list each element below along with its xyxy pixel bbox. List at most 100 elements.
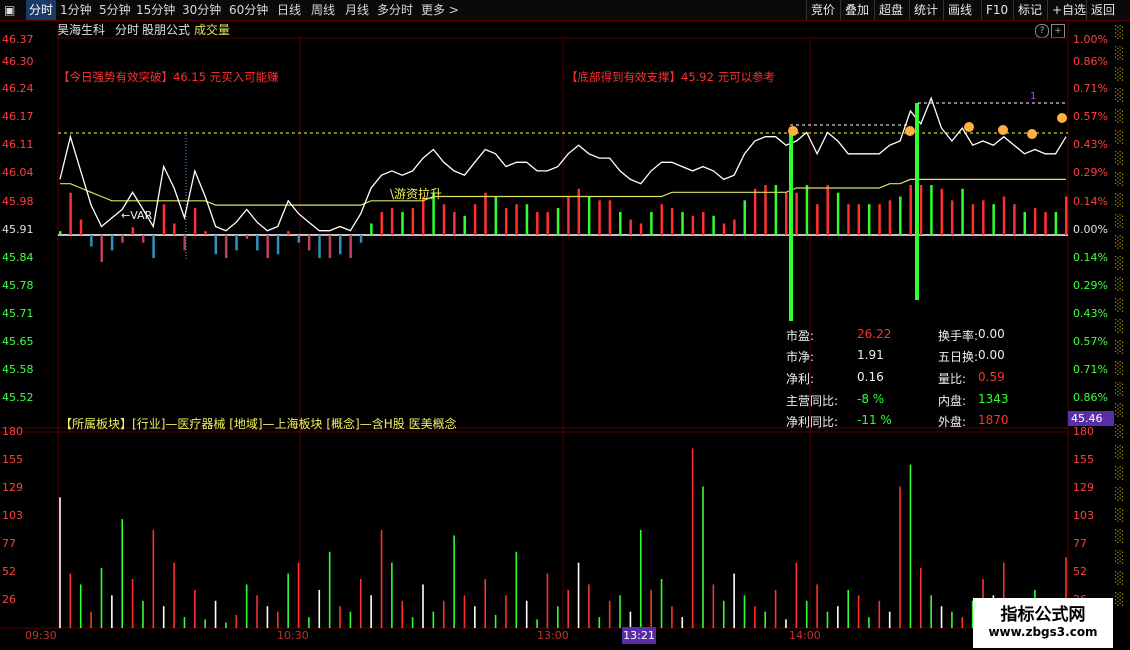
watermark-url: www.zbgs3.com: [988, 625, 1098, 639]
signal-bar-22: [287, 231, 290, 235]
volume-bar-59: [671, 606, 673, 628]
volume-bar-3: [90, 611, 92, 628]
volume-bar-37: [442, 600, 445, 628]
volume-bar-7: [131, 579, 134, 628]
stat-right-value-2: 0.59: [978, 370, 1005, 384]
stat-right-label-3: 内盘:: [938, 394, 967, 408]
stat-value-4: -11 %: [857, 413, 892, 427]
signal-bar-61: [691, 215, 695, 235]
signal-bar-45: [525, 204, 529, 235]
price-tick-left-4: 46.11: [2, 138, 34, 151]
stat-right-label-2: 量比:: [938, 372, 967, 386]
volume-bar-70: [785, 619, 787, 628]
volume-bar-38: [453, 535, 455, 628]
signal-bar-1: [69, 192, 72, 235]
signal-bar-26: [328, 235, 332, 259]
volume-bar-4: [100, 568, 103, 628]
signal-bar-87: [961, 188, 964, 235]
stat-right-label-0: 换手率:: [938, 329, 979, 343]
marker-one: 1: [1030, 91, 1037, 102]
volume-bar-26: [328, 551, 331, 628]
volume-bar-63: [712, 584, 715, 628]
volume-tick-right-1: 155: [1073, 453, 1094, 466]
signal-bar-55: [629, 219, 632, 235]
signal-bar-19: [256, 235, 259, 251]
pct-tick-right-0: 1.00%: [1073, 33, 1108, 46]
pct-tick-right-9: 0.29%: [1073, 279, 1108, 292]
volume-bar-82: [909, 464, 912, 628]
signal-bar-44: [515, 204, 518, 235]
volume-tick-right-0: 180: [1073, 425, 1094, 438]
stat-label-4: 净利同比:: [786, 415, 839, 429]
cursor-time-tag: 13:21: [622, 627, 656, 644]
volume-bar-21: [276, 611, 279, 628]
price-tick-left-2: 46.24: [2, 82, 34, 95]
stat-label-2: 净利:: [786, 372, 815, 386]
price-tick-left-13: 45.52: [2, 391, 34, 404]
price-tick-left-10: 45.71: [2, 307, 34, 320]
signal-bar-42: [494, 196, 498, 235]
pct-tick-right-13: 0.86%: [1073, 391, 1108, 404]
signal-bar-31: [380, 211, 384, 235]
support-signal: 【底部得到有效支撑】45.92 元可以参考: [566, 70, 776, 84]
signal-bar-56: [639, 223, 643, 235]
signal-bar-34: [411, 208, 415, 235]
volume-bar-22: [287, 573, 289, 628]
volume-bar-46: [536, 619, 538, 628]
volume-bar-84: [930, 595, 932, 628]
pct-tick-right-6: 0.14%: [1073, 195, 1108, 208]
stat-value-3: -8 %: [857, 392, 885, 406]
volume-bar-67: [754, 606, 756, 628]
signal-bar-7: [131, 227, 135, 235]
signal-bar-43: [504, 208, 508, 235]
stat-label-3: 主营同比:: [786, 394, 839, 408]
signal-bar-0: [59, 231, 62, 235]
signal-bar-9: [152, 235, 155, 259]
price-tick-left-3: 46.17: [2, 110, 34, 123]
volume-bar-60: [681, 617, 684, 628]
breakout-signal: 【今日强势有效突破】46.15 元买入可能赚: [58, 70, 279, 84]
volume-bar-58: [660, 579, 663, 628]
volume-bar-64: [722, 600, 725, 628]
signal-bar-6: [121, 235, 124, 243]
volume-bar-8: [142, 600, 144, 628]
volume-bar-29: [359, 579, 362, 628]
signal-bar-2: [79, 219, 83, 235]
volume-bar-15: [214, 600, 217, 628]
signal-bar-60: [681, 211, 684, 235]
signal-bar-10: [162, 204, 166, 235]
signal-bar-49: [567, 196, 570, 235]
time-label-0930: 09:30: [25, 629, 57, 642]
volume-tick-left-3: 103: [2, 509, 23, 522]
price-tick-left-8: 45.84: [2, 251, 34, 264]
signal-bar-3: [90, 235, 93, 247]
price-tick-left-9: 45.78: [2, 279, 34, 292]
signal-bar-20: [266, 235, 269, 259]
intraday-chart[interactable]: [0, 0, 1130, 650]
signal-bar-32: [390, 208, 394, 235]
signal-bar-12: [183, 235, 186, 251]
hand-pointer-icon-2: [964, 122, 974, 132]
volume-bar-75: [837, 606, 839, 628]
signal-bar-13: [193, 208, 197, 235]
volume-bar-69: [774, 589, 777, 628]
support-bar-2: [915, 103, 919, 300]
signal-bar-67: [753, 188, 757, 235]
signal-bar-83: [919, 185, 923, 235]
volume-bar-53: [608, 600, 611, 628]
volume-bar-35: [422, 584, 424, 628]
stat-right-label-1: 五日换:: [938, 350, 979, 364]
stat-right-value-1: 0.00: [978, 348, 1005, 362]
volume-bar-34: [411, 617, 414, 628]
pct-tick-right-4: 0.43%: [1073, 138, 1108, 151]
volume-bar-72: [805, 600, 808, 628]
volume-tick-left-2: 129: [2, 481, 23, 494]
volume-bar-0: [59, 497, 61, 628]
signal-bar-88: [971, 204, 975, 235]
volume-bar-86: [951, 611, 953, 628]
signal-bar-81: [899, 196, 902, 235]
sector-text: [行业]—医疗器械 [地域]—上海板块 [概念]—含H股 医美概念: [132, 417, 457, 431]
var-label: ←VAR: [121, 209, 153, 222]
volume-bar-68: [764, 611, 767, 628]
signal-bar-17: [235, 235, 238, 251]
